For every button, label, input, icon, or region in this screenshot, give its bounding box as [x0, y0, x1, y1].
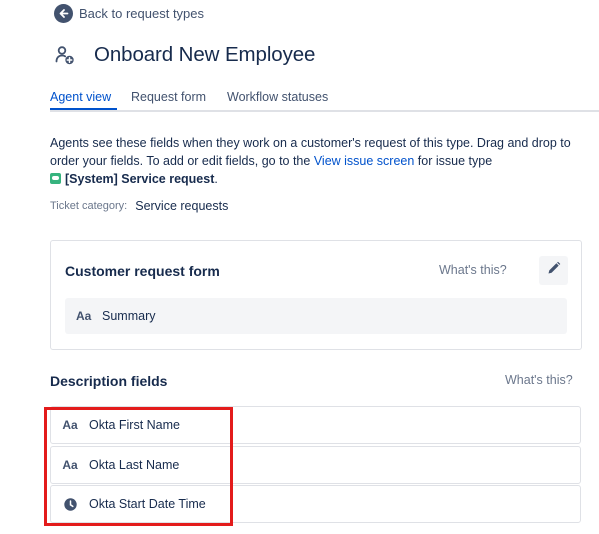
- tab-workflow-statuses[interactable]: Workflow statuses: [227, 90, 328, 104]
- field-row-okta-start-date-time[interactable]: Okta Start Date Time: [50, 485, 581, 523]
- tab-request-form[interactable]: Request form: [131, 90, 206, 104]
- tab-bar: Agent view Request form Workflow statuse…: [50, 88, 599, 112]
- pencil-icon: [547, 261, 561, 280]
- customer-request-form-title: Customer request form: [65, 263, 220, 279]
- clock-icon: [62, 497, 78, 511]
- person-add-icon: [54, 44, 76, 66]
- field-row-okta-first-name[interactable]: Aa Okta First Name: [50, 406, 581, 444]
- tab-agent-view[interactable]: Agent view: [50, 90, 111, 104]
- description-fields-whats-this-link[interactable]: What's this?: [505, 373, 573, 387]
- summary-field-row[interactable]: Aa Summary: [65, 298, 567, 334]
- page-header: Onboard New Employee: [54, 43, 315, 67]
- field-row-okta-last-name[interactable]: Aa Okta Last Name: [50, 445, 581, 484]
- back-link-label: Back to request types: [79, 6, 205, 21]
- ticket-category-value: Service requests: [135, 199, 229, 213]
- description-fields-list: Aa Okta First Name Aa Okta Last Name Okt…: [50, 406, 581, 525]
- arrow-left-icon: [54, 4, 73, 23]
- active-tab-indicator: [50, 108, 117, 110]
- text-field-icon: Aa: [62, 457, 78, 472]
- ticket-category-label: Ticket category:: [50, 200, 128, 212]
- issue-type-name: [System] Service request: [65, 172, 215, 186]
- summary-field-label: Summary: [102, 309, 156, 323]
- text-field-icon: Aa: [62, 418, 78, 432]
- customer-request-form-whats-this-link[interactable]: What's this?: [439, 263, 507, 277]
- edit-button[interactable]: [539, 256, 568, 285]
- description-text: Agents see these fields when they work o…: [50, 136, 571, 186]
- text-field-icon: Aa: [76, 309, 92, 323]
- ticket-category: Ticket category: Service requests: [50, 199, 228, 213]
- field-label: Okta Start Date Time: [89, 497, 206, 511]
- field-label: Okta Last Name: [89, 457, 180, 472]
- back-to-request-types-link[interactable]: Back to request types: [54, 4, 204, 23]
- field-label: Okta First Name: [89, 418, 180, 432]
- page-title: Onboard New Employee: [94, 43, 316, 66]
- view-issue-screen-link[interactable]: View issue screen: [314, 154, 415, 168]
- customer-request-form-panel: Customer request form What's this? Aa Su…: [50, 240, 582, 350]
- service-request-icon: [50, 173, 61, 184]
- description-fields-title: Description fields: [50, 373, 168, 389]
